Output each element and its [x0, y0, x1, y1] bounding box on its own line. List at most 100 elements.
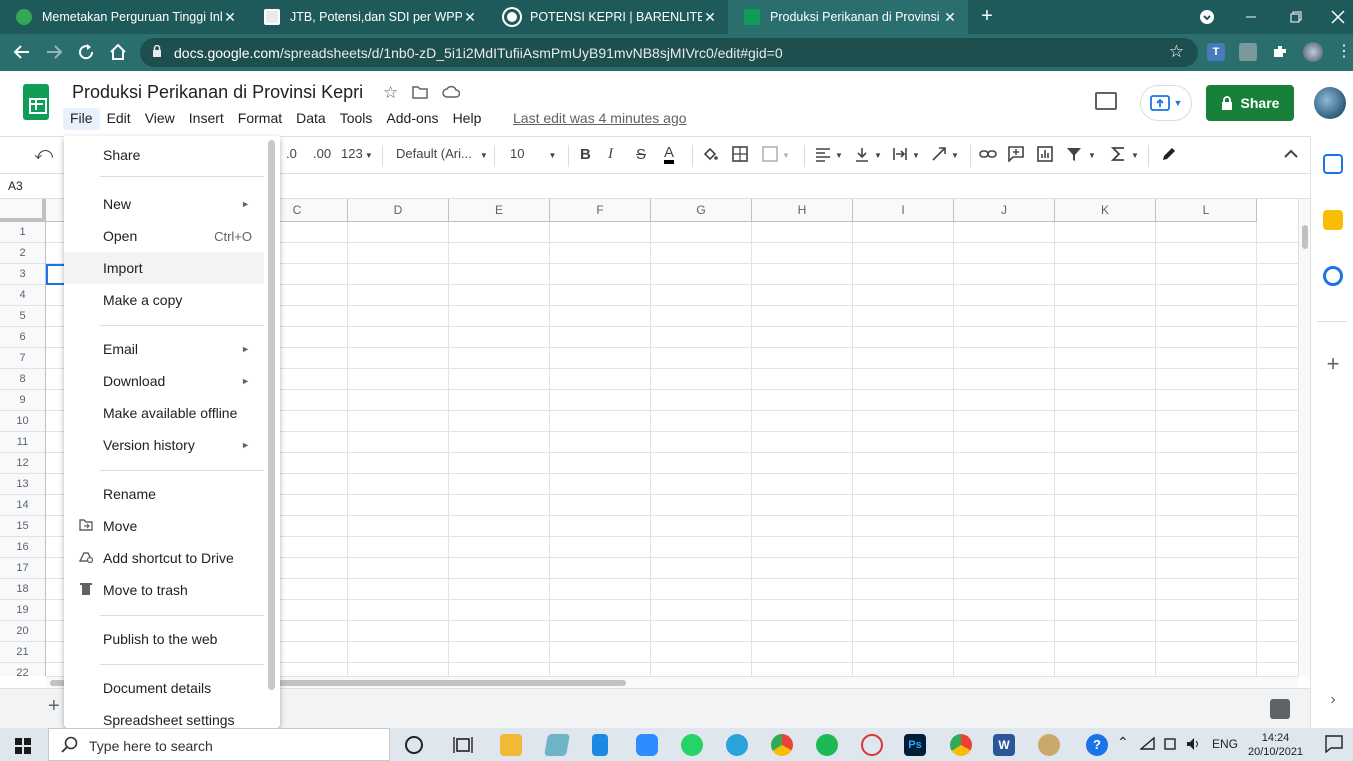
browser-tab-3[interactable]: POTENSI KEPRI | BARENLITBANG ✕: [488, 0, 728, 34]
file-menu-document-details[interactable]: Document details: [64, 672, 264, 704]
profile-avatar[interactable]: [1303, 42, 1323, 62]
column-header-i[interactable]: I: [853, 199, 954, 222]
tasks-icon[interactable]: [1323, 266, 1343, 286]
share-button[interactable]: Share: [1206, 85, 1294, 121]
file-explorer-icon[interactable]: [500, 734, 522, 756]
vertical-align-icon[interactable]: ▼: [854, 146, 884, 165]
paint-icon[interactable]: [1038, 734, 1060, 756]
row-header-3[interactable]: 3: [0, 264, 46, 285]
wifi-icon[interactable]: [1139, 736, 1156, 754]
vertical-scrollbar[interactable]: [1298, 199, 1310, 676]
row-header-14[interactable]: 14: [0, 495, 46, 516]
file-menu-rename[interactable]: Rename: [64, 478, 264, 510]
last-edit-link[interactable]: Last edit was 4 minutes ago: [513, 110, 687, 126]
collapse-menus-icon[interactable]: [1284, 146, 1298, 162]
column-header-j[interactable]: J: [954, 199, 1055, 222]
row-header-10[interactable]: 10: [0, 411, 46, 432]
column-header-k[interactable]: K: [1055, 199, 1156, 222]
file-menu-download[interactable]: Download ►: [64, 365, 264, 397]
row-header-9[interactable]: 9: [0, 390, 46, 411]
browser-tab-2[interactable]: JTB, Potensi,dan SDI per WPP ✕: [248, 0, 488, 34]
reload-icon[interactable]: [74, 40, 98, 64]
text-color-button[interactable]: A: [664, 145, 675, 164]
font-size-select[interactable]: 10 ▼: [510, 146, 556, 161]
file-menu-version-history[interactable]: Version history ►: [64, 429, 264, 461]
photoshop-icon[interactable]: Ps: [904, 734, 926, 756]
tab-search-icon[interactable]: [1185, 0, 1229, 34]
more-formats-button[interactable]: 123 ▼: [341, 146, 373, 161]
forward-icon[interactable]: [42, 40, 66, 64]
input-language[interactable]: ENG: [1212, 737, 1238, 751]
selected-cell-a3[interactable]: [46, 264, 66, 285]
close-tab-icon[interactable]: ✕: [462, 9, 478, 26]
battery-icon[interactable]: [1163, 737, 1179, 754]
scroll-thumb[interactable]: [1302, 225, 1308, 249]
zoom-icon[interactable]: [636, 734, 658, 756]
menu-format[interactable]: Format: [231, 108, 289, 130]
column-header-e[interactable]: E: [449, 199, 550, 222]
close-tab-icon[interactable]: ✕: [702, 9, 718, 26]
home-icon[interactable]: [106, 40, 130, 64]
file-menu-email[interactable]: Email ►: [64, 333, 264, 365]
file-menu-new[interactable]: New ►: [64, 188, 264, 220]
row-header-12[interactable]: 12: [0, 453, 46, 474]
insert-link-icon[interactable]: [979, 146, 997, 165]
column-header-g[interactable]: G: [651, 199, 752, 222]
taskbar-search-box[interactable]: Type here to search: [48, 728, 390, 761]
account-avatar[interactable]: [1314, 87, 1346, 119]
row-header-16[interactable]: 16: [0, 537, 46, 558]
select-all-corner[interactable]: [0, 199, 46, 222]
insert-comment-icon[interactable]: [1008, 146, 1024, 165]
file-menu-spreadsheet-settings[interactable]: Spreadsheet settings: [64, 704, 264, 728]
chrome-icon[interactable]: [771, 734, 793, 756]
snipping-tool-icon[interactable]: [861, 734, 883, 756]
task-view-icon[interactable]: [452, 734, 474, 756]
horizontal-align-icon[interactable]: ▼: [815, 146, 845, 165]
browser-tab-4-active[interactable]: Produksi Perikanan di Provinsi Kepri ✕: [728, 0, 968, 34]
chrome-menu-icon[interactable]: ⋮: [1335, 43, 1353, 61]
undo-icon[interactable]: ⤺: [34, 143, 53, 164]
editing-mode-pencil-icon[interactable]: [1161, 146, 1177, 165]
chrome-profile-icon[interactable]: [950, 734, 972, 756]
expand-panel-chevron-icon[interactable]: ›: [1323, 690, 1343, 710]
row-header-11[interactable]: 11: [0, 432, 46, 453]
volume-icon[interactable]: [1186, 737, 1202, 754]
filter-icon[interactable]: ▼: [1066, 146, 1098, 165]
menu-edit[interactable]: Edit: [100, 108, 138, 130]
insert-chart-icon[interactable]: [1037, 146, 1053, 165]
windows-start-icon[interactable]: [15, 738, 31, 754]
show-hidden-icons-chevron-icon[interactable]: ⌃: [1117, 734, 1129, 751]
menu-data[interactable]: Data: [289, 108, 333, 130]
row-header-13[interactable]: 13: [0, 474, 46, 495]
name-box[interactable]: A3: [8, 179, 23, 193]
keep-icon[interactable]: [1323, 210, 1343, 230]
fill-color-icon[interactable]: [702, 146, 718, 165]
taskbar-clock[interactable]: 14:24 20/10/2021: [1248, 731, 1303, 759]
column-header-d[interactable]: D: [348, 199, 449, 222]
menu-insert[interactable]: Insert: [182, 108, 231, 130]
increase-decimal-button[interactable]: .00: [313, 146, 331, 161]
close-window-icon[interactable]: [1316, 0, 1353, 34]
row-header-4[interactable]: 4: [0, 285, 46, 306]
column-header-h[interactable]: H: [752, 199, 853, 222]
back-icon[interactable]: [10, 40, 34, 64]
row-header-20[interactable]: 20: [0, 621, 46, 642]
close-tab-icon[interactable]: ✕: [942, 9, 958, 26]
get-addons-plus-icon[interactable]: +: [1323, 353, 1343, 375]
text-rotation-icon[interactable]: ▼: [931, 146, 961, 165]
decrease-decimal-button[interactable]: .0: [286, 146, 297, 161]
minimize-icon[interactable]: [1229, 0, 1273, 34]
file-menu-import[interactable]: Import: [64, 252, 264, 284]
row-header-18[interactable]: 18: [0, 579, 46, 600]
comment-history-icon[interactable]: [1095, 92, 1117, 110]
menu-tools[interactable]: Tools: [333, 108, 380, 130]
help-icon[interactable]: ?: [1086, 734, 1108, 756]
screenshot-extension-icon[interactable]: [1239, 43, 1257, 61]
row-header-21[interactable]: 21: [0, 642, 46, 663]
file-menu-offline[interactable]: Make available offline: [64, 397, 264, 429]
omnibox[interactable]: docs.google.com/spreadsheets/d/1nb0-zD_5…: [140, 38, 1198, 67]
column-header-l[interactable]: L: [1156, 199, 1257, 222]
move-folder-icon[interactable]: [412, 85, 428, 103]
whatsapp-icon[interactable]: [681, 734, 703, 756]
menu-view[interactable]: View: [138, 108, 182, 130]
